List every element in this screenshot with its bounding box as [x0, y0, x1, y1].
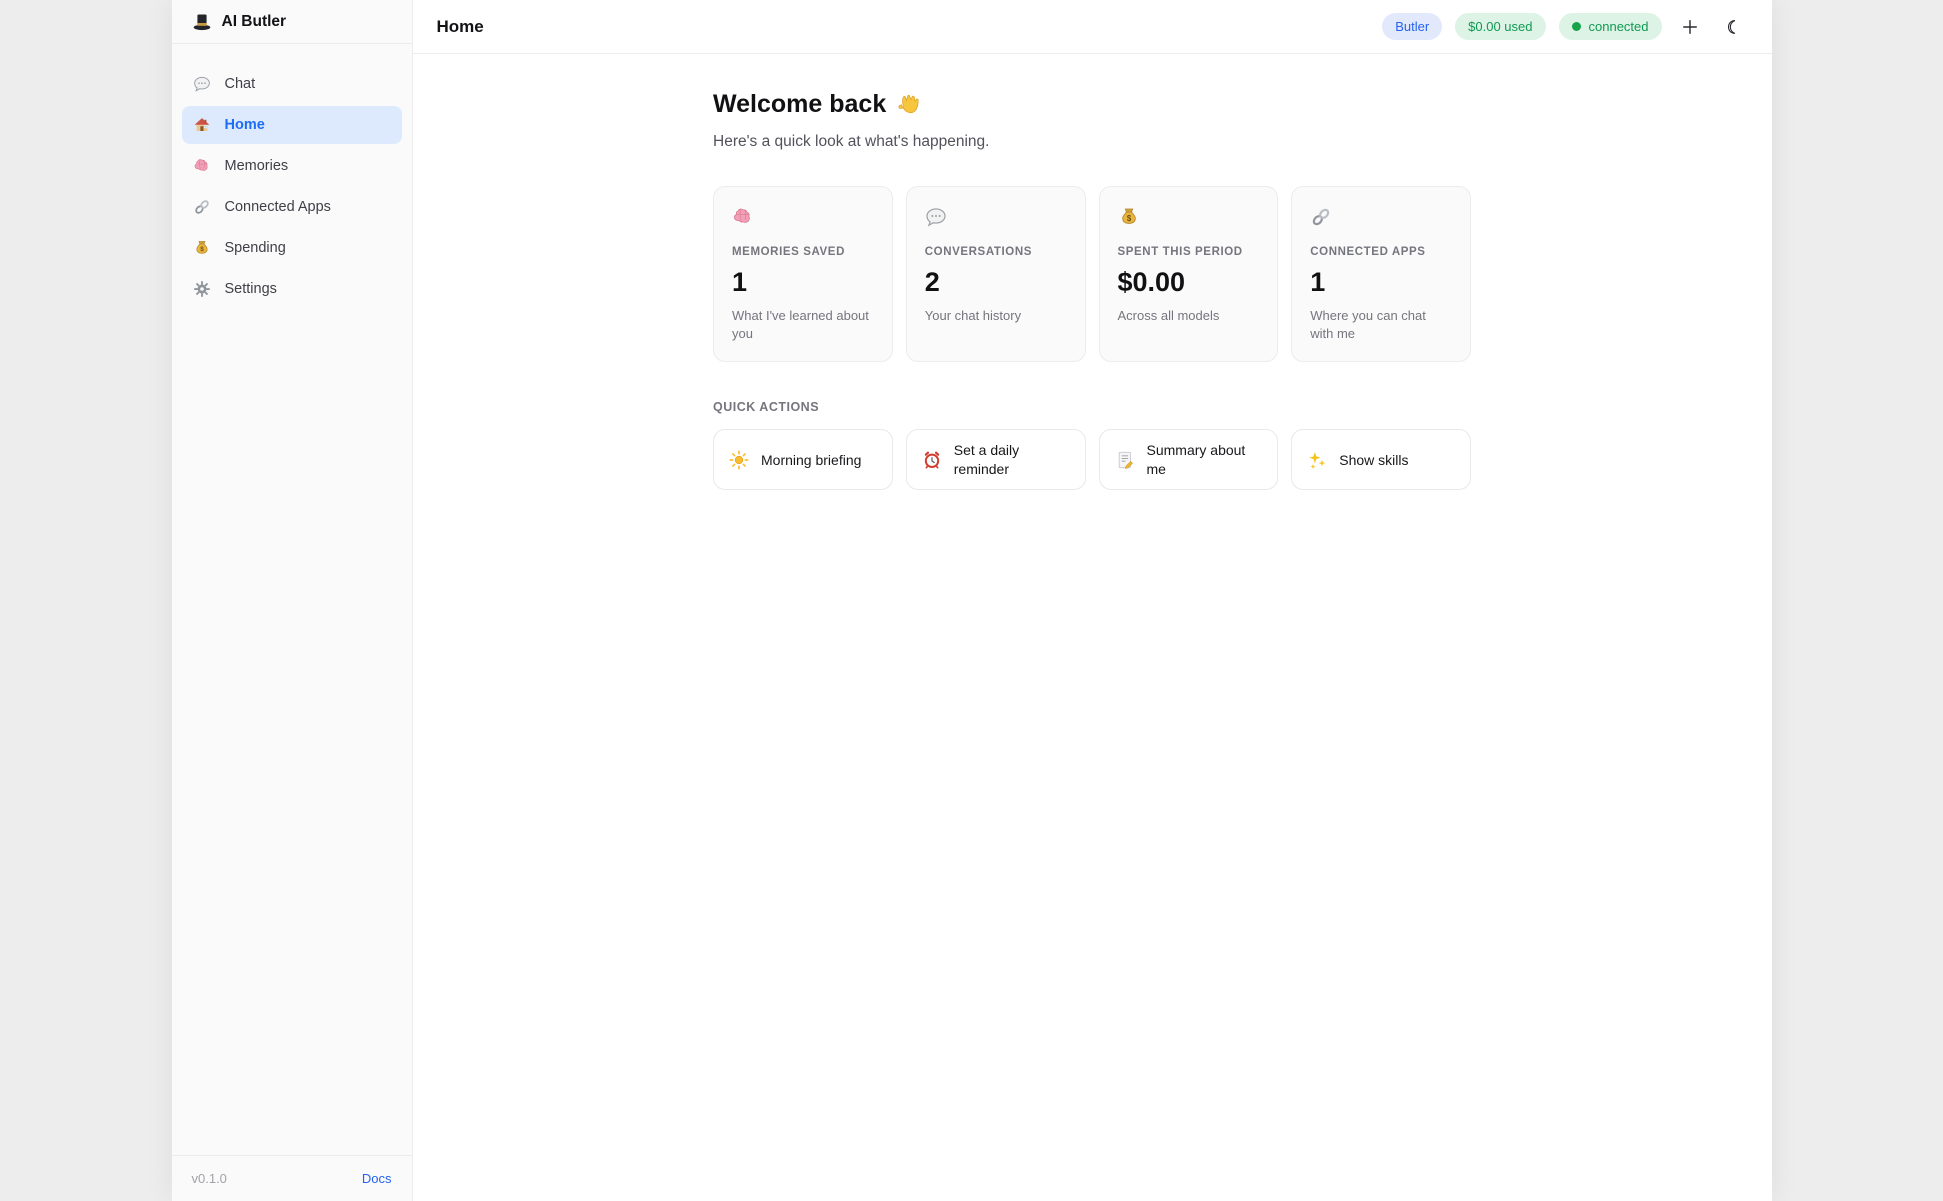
spend-badge: $0.00 used — [1455, 13, 1545, 40]
stat-label: CONVERSATIONS — [925, 246, 1067, 258]
stat-description: Where you can chat with me — [1310, 307, 1452, 342]
sidebar-item-spending[interactable]: $ Spending — [182, 229, 402, 267]
chat-bubble-icon — [193, 75, 211, 93]
stat-label: MEMORIES SAVED — [732, 246, 874, 258]
brain-icon — [193, 157, 211, 175]
stat-description: Across all models — [1118, 307, 1260, 325]
gear-icon — [193, 280, 211, 298]
action-label: Morning briefing — [761, 451, 861, 469]
money-bag-icon: $ — [1118, 206, 1140, 228]
sidebar-item-label: Connected Apps — [225, 199, 331, 215]
sidebar-item-home[interactable]: Home — [182, 106, 402, 144]
stat-value: $0.00 — [1118, 267, 1260, 298]
app-logo-header: AI Butler — [172, 0, 412, 44]
stat-label: SPENT THIS PERIOD — [1118, 246, 1260, 258]
spend-badge-label: $0.00 used — [1468, 19, 1532, 34]
svg-text:$: $ — [200, 246, 204, 253]
new-chat-button[interactable] — [1675, 12, 1705, 42]
waving-hand-icon — [896, 93, 920, 117]
top-hat-icon — [192, 12, 212, 32]
welcome-heading: Welcome back — [713, 90, 1471, 119]
stats-row: MEMORIES SAVED 1 What I've learned about… — [713, 186, 1471, 362]
butler-badge: Butler — [1382, 13, 1442, 40]
summary-about-me-button[interactable]: Summary about me — [1099, 429, 1279, 490]
morning-briefing-button[interactable]: Morning briefing — [713, 429, 893, 490]
connected-dot-icon — [1572, 22, 1581, 31]
sidebar-nav: Chat Home Memories Connected Apps $ Spen… — [172, 44, 412, 1155]
main-header: Home Butler $0.00 used connected — [413, 0, 1772, 54]
brain-icon — [732, 206, 754, 228]
app-title: AI Butler — [222, 13, 287, 31]
money-bag-icon: $ — [193, 239, 211, 257]
stat-description: What I've learned about you — [732, 307, 874, 342]
connection-status-badge: connected — [1559, 13, 1662, 40]
action-label: Set a daily reminder — [954, 441, 1070, 477]
plus-icon — [1680, 17, 1700, 37]
stat-card-memories: MEMORIES SAVED 1 What I've learned about… — [713, 186, 893, 362]
sidebar-item-label: Home — [225, 117, 265, 133]
sidebar-item-label: Spending — [225, 240, 286, 256]
sidebar-item-label: Memories — [225, 158, 289, 174]
show-skills-button[interactable]: Show skills — [1291, 429, 1471, 490]
butler-badge-label: Butler — [1395, 19, 1429, 34]
sidebar-item-chat[interactable]: Chat — [182, 65, 402, 103]
stat-description: Your chat history — [925, 307, 1067, 325]
header-status-area: Butler $0.00 used connected — [1382, 12, 1747, 42]
house-icon — [193, 116, 211, 134]
action-label: Show skills — [1339, 451, 1408, 469]
sidebar-footer: v0.1.0 Docs — [172, 1155, 412, 1201]
link-icon — [1310, 206, 1332, 228]
sparkles-icon — [1307, 450, 1327, 470]
connection-status-label: connected — [1589, 19, 1649, 34]
welcome-heading-text: Welcome back — [713, 90, 886, 119]
app-window: AI Butler Chat Home Memories Connected A… — [172, 0, 1772, 1201]
theme-toggle-button[interactable] — [1718, 12, 1748, 42]
stat-value: 2 — [925, 267, 1067, 298]
stat-value: 1 — [732, 267, 874, 298]
main-panel: Home Butler $0.00 used connected — [413, 0, 1772, 1201]
sidebar-item-label: Settings — [225, 281, 277, 297]
quick-actions-heading: QUICK ACTIONS — [713, 400, 1471, 414]
sidebar-item-label: Chat — [225, 76, 256, 92]
svg-text:$: $ — [1126, 214, 1131, 223]
stat-card-spending: $ SPENT THIS PERIOD $0.00 Across all mod… — [1099, 186, 1279, 362]
memo-icon — [1115, 450, 1135, 470]
moon-icon — [1724, 18, 1742, 36]
docs-link[interactable]: Docs — [362, 1171, 392, 1186]
link-icon — [193, 198, 211, 216]
stat-card-conversations: CONVERSATIONS 2 Your chat history — [906, 186, 1086, 362]
main-content: Welcome back Here's a quick look at what… — [413, 54, 1772, 1201]
chat-bubble-icon — [925, 206, 947, 228]
alarm-clock-icon — [922, 450, 942, 470]
stat-card-connected-apps: CONNECTED APPS 1 Where you can chat with… — [1291, 186, 1471, 362]
sidebar-item-settings[interactable]: Settings — [182, 270, 402, 308]
page-title: Home — [437, 17, 484, 37]
app-version: v0.1.0 — [192, 1171, 227, 1186]
stat-value: 1 — [1310, 267, 1452, 298]
sidebar-item-memories[interactable]: Memories — [182, 147, 402, 185]
daily-reminder-button[interactable]: Set a daily reminder — [906, 429, 1086, 490]
sidebar: AI Butler Chat Home Memories Connected A… — [172, 0, 413, 1201]
welcome-subtitle: Here's a quick look at what's happening. — [713, 133, 1471, 151]
stat-label: CONNECTED APPS — [1310, 246, 1452, 258]
sun-icon — [729, 450, 749, 470]
sidebar-item-connected-apps[interactable]: Connected Apps — [182, 188, 402, 226]
quick-actions-row: Morning briefing Set a daily reminder Su… — [713, 429, 1471, 490]
action-label: Summary about me — [1147, 441, 1263, 477]
